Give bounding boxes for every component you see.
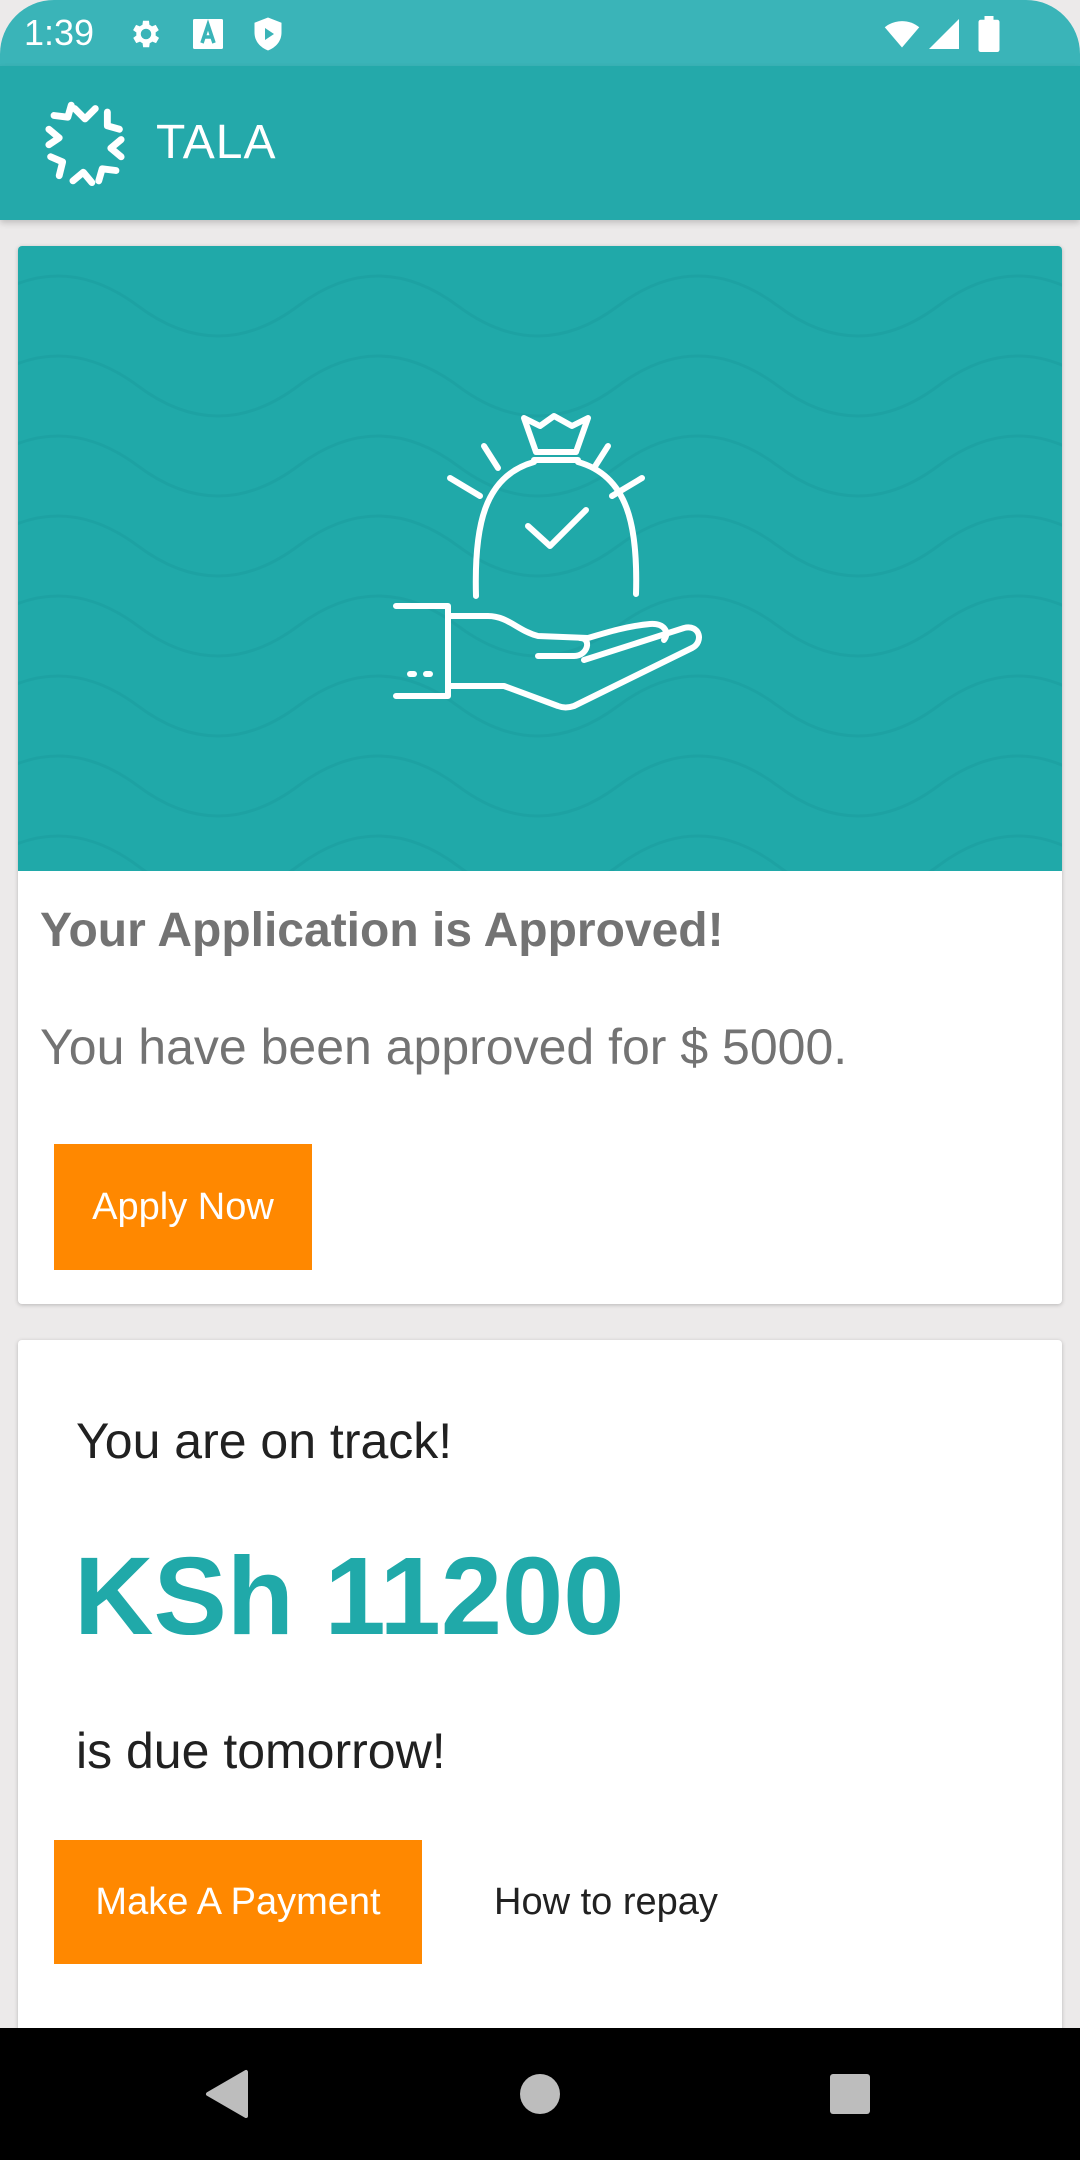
tala-logo-icon (45, 101, 125, 186)
home-icon[interactable] (498, 2052, 582, 2136)
recents-icon[interactable] (808, 2052, 892, 2136)
hand-money-bag-check-icon (393, 413, 702, 711)
amount-due: KSh 11200 (74, 1535, 625, 1658)
app-bar: TALA (0, 66, 1080, 220)
approved-card: Your Application is Approved! You have b… (18, 246, 1062, 1304)
screen: 1:39 TALA Your Application is Approved! … (0, 0, 1080, 2160)
status-bar: 1:39 (0, 0, 1080, 66)
track-heading: You are on track! (76, 1413, 453, 1469)
wifi-icon (884, 21, 920, 48)
due-text: is due tomorrow! (76, 1723, 446, 1779)
apply-now-button[interactable]: Apply Now (54, 1144, 312, 1270)
make-payment-button[interactable]: Make A Payment (54, 1840, 422, 1964)
font-a-icon (193, 19, 223, 49)
status-time: 1:39 (24, 12, 95, 53)
app-title: TALA (156, 116, 277, 169)
approved-message: You have been approved for $ 5000. (40, 1019, 848, 1075)
signal-icon (929, 19, 959, 49)
how-to-repay-link[interactable]: How to repay (494, 1840, 718, 1964)
system-nav-bar (0, 2028, 1080, 2160)
back-icon[interactable] (186, 2052, 270, 2136)
approved-title: Your Application is Approved! (40, 904, 724, 957)
shield-play-icon (254, 17, 282, 51)
gear-icon (133, 20, 160, 48)
approved-hero (18, 246, 1062, 871)
battery-icon (978, 16, 1000, 52)
repayment-card: You are on track! KSh 11200 is due tomor… (18, 1340, 1062, 2080)
